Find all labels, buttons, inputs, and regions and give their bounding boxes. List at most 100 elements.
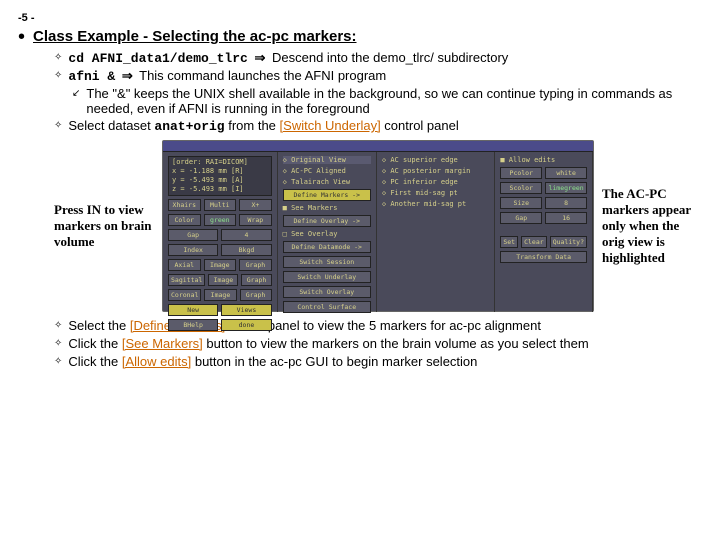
scolor-val[interactable]: limegreen [545, 182, 587, 194]
see-markers-toggle[interactable]: ■ See Markers [283, 204, 371, 212]
diamond-icon: ✧ [54, 318, 62, 334]
section-title: Class Example - Selecting the ac-pc mark… [33, 28, 356, 46]
gap2-val[interactable]: 16 [545, 212, 587, 224]
see-markers-link: [See Markers] [122, 336, 203, 351]
first-midsag-radio[interactable]: ◇ First mid-sag pt [382, 189, 489, 197]
select-pre: Select dataset [68, 118, 154, 133]
bullet-define-markers: ✧ Select the [Define Markers]control pan… [54, 318, 702, 334]
image-btn[interactable]: Image [208, 274, 238, 286]
define-datamode-btn[interactable]: Define Datamode -> [283, 241, 371, 253]
bullet-ampersand-note: ↙ The "&" keeps the UNIX shell available… [72, 86, 702, 116]
new-btn[interactable]: New [168, 304, 218, 316]
image-btn[interactable]: Image [204, 259, 237, 271]
diamond-icon: ✧ [54, 336, 62, 352]
size-btn[interactable]: Size [500, 197, 542, 209]
bullet-select-dataset: ✧ Select dataset anat+orig from the [Swi… [54, 118, 702, 134]
titlebar [163, 141, 593, 152]
index-btn[interactable]: Index [168, 244, 218, 256]
another-midsag-radio[interactable]: ◇ Another mid-sag pt [382, 200, 489, 208]
order-label: [order: RAI=DICOM] [172, 158, 268, 167]
size-val[interactable]: 8 [545, 197, 587, 209]
bullet-allow-edits: ✧ Click the [Allow edits] button in the … [54, 354, 702, 370]
dataset-name: anat+orig [154, 119, 224, 134]
pc-inferior-radio[interactable]: ◇ PC inferior edge [382, 178, 489, 186]
switch-session-btn[interactable]: Switch Session [283, 256, 371, 268]
graph-btn[interactable]: Graph [241, 274, 271, 286]
wrap-btn[interactable]: Wrap [239, 214, 272, 226]
multi-btn[interactable]: Multi [204, 199, 237, 211]
afni-command: afni & [68, 69, 115, 84]
caption-right: The AC-PC markers appear only when the o… [602, 186, 702, 266]
define-overlay-btn[interactable]: Define Overlay -> [283, 215, 371, 227]
b2-pre: Click the [68, 336, 121, 351]
bullet-dot: • [18, 28, 25, 46]
ac-superior-radio[interactable]: ◇ AC superior edge [382, 156, 489, 164]
cd-description: Descend into the demo_tlrc/ subdirectory [272, 50, 508, 65]
diamond-icon: ✧ [54, 68, 62, 84]
xhairs-btn[interactable]: Xhairs [168, 199, 201, 211]
graph-btn[interactable]: Graph [240, 289, 272, 301]
panel-edit: ■ Allow edits Pcolorwhite Scolorlimegree… [495, 152, 593, 312]
control-surface-btn[interactable]: Control Surface [283, 301, 371, 313]
see-overlay-toggle[interactable]: □ See Overlay [283, 230, 371, 238]
allow-edits-toggle[interactable]: ■ Allow edits [500, 156, 587, 164]
xplus-btn[interactable]: X+ [239, 199, 272, 211]
coord-x: x = -1.188 mm [R] [172, 167, 268, 176]
afni-screenshot: [order: RAI=DICOM] x = -1.188 mm [R] y =… [162, 140, 594, 312]
views-btn[interactable]: Views [221, 304, 271, 316]
ac-posterior-radio[interactable]: ◇ AC posterior margin [382, 167, 489, 175]
coord-y: y = -5.493 mm [A] [172, 176, 268, 185]
amp-note-text: The "&" keeps the UNIX shell available i… [86, 86, 702, 116]
bhelp-btn[interactable]: BHelp [168, 319, 218, 331]
sagittal-btn[interactable]: Sagittal [168, 274, 205, 286]
coord-box: [order: RAI=DICOM] x = -1.188 mm [R] y =… [168, 156, 272, 196]
scolor-btn[interactable]: Scolor [500, 182, 542, 194]
select-mid: from the [225, 118, 280, 133]
panel-markers: ◇ AC superior edge ◇ AC posterior margin… [377, 152, 495, 312]
bullet-afni: ✧ afni & ⇒ This command launches the AFN… [54, 68, 702, 84]
gap-val[interactable]: 4 [221, 229, 271, 241]
done-btn[interactable]: done [221, 319, 271, 331]
panel-views: ◇ Original View ◇ AC-PC Aligned ◇ Talair… [278, 152, 377, 312]
color-btn[interactable]: Color [168, 214, 201, 226]
diamond-icon: ✧ [54, 50, 62, 66]
orig-view-radio[interactable]: ◇ Original View [283, 156, 371, 164]
afni-description: This command launches the AFNI program [139, 68, 386, 83]
image-btn[interactable]: Image [204, 289, 236, 301]
select-post: control panel [381, 118, 459, 133]
tlrc-view-radio[interactable]: ◇ Talairach View [283, 178, 371, 186]
switch-overlay-btn[interactable]: Switch Overlay [283, 286, 371, 298]
allow-edits-link: [Allow edits] [122, 354, 191, 369]
pcolor-btn[interactable]: Pcolor [500, 167, 542, 179]
coronal-btn[interactable]: Coronal [168, 289, 201, 301]
b3-pre: Click the [68, 354, 121, 369]
bkgd-btn[interactable]: Bkgd [221, 244, 271, 256]
b2-post: button to view the markers on the brain … [203, 336, 589, 351]
bullet-cd: ✧ cd AFNI_data1/demo_tlrc ⇒ Descend into… [54, 50, 702, 66]
graph-btn[interactable]: Graph [239, 259, 272, 271]
axial-btn[interactable]: Axial [168, 259, 201, 271]
caption-left: Press IN to view markers on brain volume [54, 202, 154, 250]
cd-command: cd AFNI_data1/demo_tlrc [68, 51, 247, 66]
clear-btn[interactable]: Clear [521, 236, 547, 248]
transform-btn[interactable]: Transform Data [500, 251, 587, 263]
quality-btn[interactable]: Quality? [550, 236, 587, 248]
green-val[interactable]: green [204, 214, 237, 226]
switch-underlay-link: [Switch Underlay] [280, 118, 381, 133]
acpc-view-radio[interactable]: ◇ AC-PC Aligned [283, 167, 371, 175]
coord-z: z = -5.493 mm [I] [172, 185, 268, 194]
diamond-icon: ✧ [54, 354, 62, 370]
panel-coords: [order: RAI=DICOM] x = -1.188 mm [R] y =… [163, 152, 278, 312]
diamond-icon: ✧ [54, 118, 62, 134]
b1-post: control panel to view the 5 markers for … [225, 318, 541, 333]
gap2-btn[interactable]: Gap [500, 212, 542, 224]
arrow-icon: ↙ [72, 86, 80, 116]
b3-post: button in the ac-pc GUI to begin marker … [191, 354, 477, 369]
page-number: -5 - [18, 12, 702, 24]
b1-pre: Select the [68, 318, 129, 333]
switch-underlay-btn[interactable]: Switch Underlay [283, 271, 371, 283]
define-markers-btn[interactable]: Define Markers -> [283, 189, 371, 201]
pcolor-val[interactable]: white [545, 167, 587, 179]
gap-btn[interactable]: Gap [168, 229, 218, 241]
set-btn[interactable]: Set [500, 236, 518, 248]
